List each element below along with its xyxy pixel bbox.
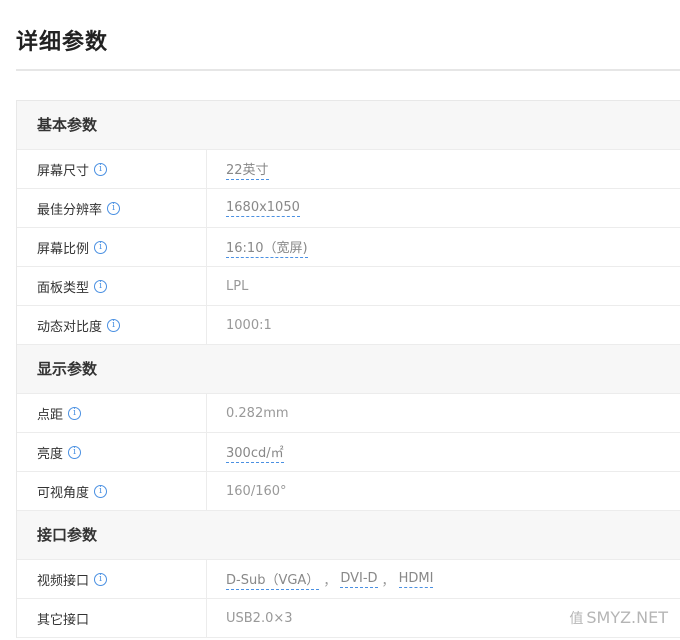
spec-value-cell: 22英寸 — [207, 150, 680, 188]
info-icon[interactable]: i — [94, 240, 108, 254]
spec-value: 1000:1 — [226, 317, 272, 333]
spec-value-cell: LPL — [207, 267, 680, 305]
spec-value-cell: 0.282mm — [207, 394, 680, 432]
spec-label: 亮度 — [37, 446, 64, 462]
spec-row: 面板类型 i LPL — [17, 267, 680, 306]
info-icon[interactable]: i — [94, 279, 108, 293]
info-icon[interactable]: i — [68, 406, 82, 420]
info-icon[interactable]: i — [94, 572, 108, 586]
spec-row: 屏幕比例 i 16:10（宽屏) — [17, 228, 680, 267]
spec-row: 亮度 i 300cd/㎡ — [17, 433, 680, 472]
info-icon[interactable]: i — [68, 445, 82, 459]
section-header-ports: 接口参数 — [17, 511, 680, 560]
title-divider — [16, 69, 680, 71]
spec-value: 160/160° — [226, 483, 287, 499]
info-icon[interactable]: i — [107, 201, 121, 215]
spec-value-cell: 16:10（宽屏) — [207, 228, 680, 266]
spec-value-link[interactable]: DVI-D — [340, 571, 378, 588]
section-header-display: 显示参数 — [17, 345, 680, 394]
spec-value: 0.282mm — [226, 405, 289, 421]
spec-label-cell: 屏幕尺寸 i — [17, 150, 207, 188]
spec-label: 屏幕尺寸 — [37, 163, 90, 179]
spec-value: LPL — [226, 278, 249, 294]
spec-value-cell: 300cd/㎡ — [207, 433, 680, 471]
spec-label-cell: 屏幕比例 i — [17, 228, 207, 266]
spec-label-cell: 其它接口 — [17, 599, 207, 637]
info-icon[interactable]: i — [94, 484, 108, 498]
spec-value-link[interactable]: 16:10（宽屏) — [226, 237, 308, 258]
spec-label-cell: 亮度 i — [17, 433, 207, 471]
spec-label: 动态对比度 — [37, 319, 103, 335]
spec-label: 点距 — [37, 407, 64, 423]
spec-row: 视频接口 i D-Sub（VGA） ， DVI-D ， HDMI — [17, 560, 680, 599]
spec-label: 屏幕比例 — [37, 241, 90, 257]
page-title: 详细参数 — [16, 30, 109, 55]
spec-label: 其它接口 — [37, 612, 90, 628]
spec-value-link[interactable]: 22英寸 — [226, 159, 269, 180]
value-separator: ， — [323, 573, 337, 589]
spec-label-cell: 动态对比度 i — [17, 306, 207, 344]
section-header-basic: 基本参数 — [17, 101, 680, 150]
spec-label: 可视角度 — [37, 485, 90, 501]
spec-value-link[interactable]: HDMI — [398, 571, 434, 588]
spec-label-cell: 面板类型 i — [17, 267, 207, 305]
spec-value-cell: 1000:1 — [207, 306, 680, 344]
spec-row: 动态对比度 i 1000:1 — [17, 306, 680, 345]
spec-row: 点距 i 0.282mm — [17, 394, 680, 433]
info-icon[interactable]: i — [94, 162, 108, 176]
spec-value-link[interactable]: 1680x1050 — [226, 200, 300, 217]
spec-label-cell: 视频接口 i — [17, 560, 207, 598]
spec-table: 基本参数 屏幕尺寸 i 22英寸 最佳分辨率 i 1680x1050 屏幕比例 … — [16, 100, 680, 638]
spec-label-cell: 最佳分辨率 i — [17, 189, 207, 227]
spec-row: 屏幕尺寸 i 22英寸 — [17, 150, 680, 189]
spec-label-cell: 可视角度 i — [17, 472, 207, 510]
spec-value-cell: D-Sub（VGA） ， DVI-D ， HDMI — [207, 560, 680, 598]
spec-row: 可视角度 i 160/160° — [17, 472, 680, 511]
value-separator: ， — [381, 573, 395, 589]
watermark-text: SMYZ.NET — [586, 608, 668, 627]
spec-value-link[interactable]: 300cd/㎡ — [226, 442, 284, 463]
spec-value-cell: 160/160° — [207, 472, 680, 510]
info-icon[interactable]: i — [107, 318, 121, 332]
spec-label-cell: 点距 i — [17, 394, 207, 432]
watermark-logo-icon: 值 — [569, 611, 584, 627]
spec-row: 最佳分辨率 i 1680x1050 — [17, 189, 680, 228]
spec-value-link[interactable]: D-Sub（VGA） — [226, 569, 320, 590]
spec-value: USB2.0×3 — [226, 610, 293, 626]
spec-label: 视频接口 — [37, 573, 90, 589]
spec-label: 最佳分辨率 — [37, 202, 103, 218]
spec-value-cell: 1680x1050 — [207, 189, 680, 227]
spec-label: 面板类型 — [37, 280, 90, 296]
watermark: 值 SMYZ.NET — [569, 608, 668, 628]
